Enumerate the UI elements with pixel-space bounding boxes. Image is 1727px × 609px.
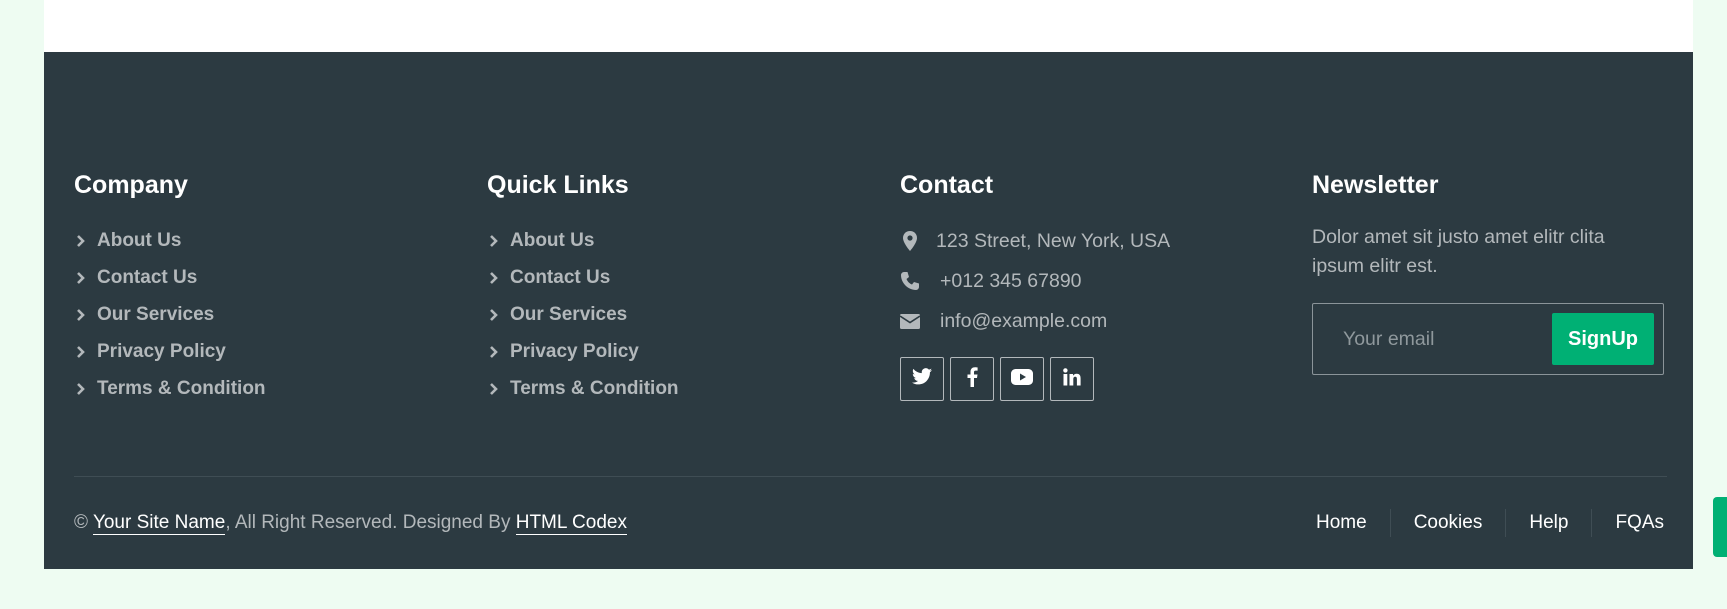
- link-label: Contact Us: [97, 266, 198, 288]
- footer-divider: [74, 476, 1667, 477]
- footer-menu: Home Cookies Help FQAs: [1293, 509, 1664, 537]
- company-link-about-us[interactable]: About Us: [74, 222, 454, 259]
- chevron-right-icon: [74, 308, 88, 322]
- company-link-privacy-policy[interactable]: Privacy Policy: [74, 333, 454, 370]
- address-text: 123 Street, New York, USA: [936, 229, 1171, 252]
- company-link-contact-us[interactable]: Contact Us: [74, 259, 454, 296]
- contact-column: Contact 123 Street, New York, USA +012 3…: [900, 170, 1280, 401]
- link-label: Privacy Policy: [97, 340, 226, 362]
- phone-icon: [900, 271, 920, 291]
- link-label: Privacy Policy: [510, 340, 639, 362]
- twitter-icon: [912, 368, 932, 390]
- quick-link-our-services[interactable]: Our Services: [487, 296, 867, 333]
- youtube-icon: [1011, 368, 1033, 390]
- link-label: Terms & Condition: [510, 377, 679, 399]
- phone-text: +012 345 67890: [940, 269, 1082, 292]
- company-heading: Company: [74, 171, 188, 199]
- chevron-right-icon: [74, 345, 88, 359]
- contact-list: 123 Street, New York, USA +012 345 67890…: [900, 221, 1280, 341]
- chevron-right-icon: [74, 271, 88, 285]
- newsletter-column: Newsletter Dolor amet sit justo amet eli…: [1312, 170, 1667, 375]
- designer-link[interactable]: HTML Codex: [515, 512, 627, 535]
- copyright-text: © Your Site Name, All Right Reserved. De…: [74, 509, 627, 537]
- linkedin-icon: [1063, 367, 1081, 391]
- link-label: Our Services: [510, 303, 628, 325]
- twitter-button[interactable]: [900, 357, 944, 401]
- chevron-right-icon: [487, 271, 501, 285]
- facebook-icon: [967, 366, 978, 392]
- quick-link-privacy-policy[interactable]: Privacy Policy: [487, 333, 867, 370]
- quick-link-about-us[interactable]: About Us: [487, 222, 867, 259]
- link-label: Contact Us: [510, 266, 611, 288]
- linkedin-button[interactable]: [1050, 357, 1094, 401]
- map-marker-icon: [900, 231, 920, 251]
- envelope-icon: [900, 311, 920, 331]
- copyright-symbol: ©: [74, 512, 88, 533]
- newsletter-description: Dolor amet sit justo amet elitr clita ip…: [1312, 226, 1605, 277]
- chevron-right-icon: [487, 345, 501, 359]
- footer-menu-help[interactable]: Help: [1506, 509, 1593, 537]
- quick-links-list: About Us Contact Us Our Services Privacy…: [487, 222, 867, 407]
- chevron-right-icon: [487, 234, 501, 248]
- link-label: Terms & Condition: [97, 377, 266, 399]
- quick-link-contact-us[interactable]: Contact Us: [487, 259, 867, 296]
- contact-email: info@example.com: [900, 301, 1280, 341]
- chevron-right-icon: [487, 382, 501, 396]
- newsletter-heading: Newsletter: [1312, 171, 1439, 199]
- page-content-area: [44, 0, 1693, 52]
- chevron-right-icon: [487, 308, 501, 322]
- link-label: Our Services: [97, 303, 215, 325]
- contact-heading: Contact: [900, 171, 994, 199]
- company-link-our-services[interactable]: Our Services: [74, 296, 454, 333]
- reserved-text: , All Right Reserved. Designed By: [225, 512, 511, 533]
- newsletter-form: SignUp: [1312, 303, 1664, 375]
- footer-menu-home[interactable]: Home: [1293, 509, 1391, 537]
- footer-menu-fqas[interactable]: FQAs: [1592, 509, 1664, 537]
- youtube-button[interactable]: [1000, 357, 1044, 401]
- email-text: info@example.com: [940, 309, 1108, 332]
- link-label: About Us: [510, 229, 595, 251]
- social-links: [900, 357, 1280, 401]
- company-link-terms[interactable]: Terms & Condition: [74, 370, 454, 407]
- chevron-right-icon: [74, 382, 88, 396]
- quick-link-terms[interactable]: Terms & Condition: [487, 370, 867, 407]
- company-links: About Us Contact Us Our Services Privacy…: [74, 222, 454, 407]
- quick-links-column: Quick Links About Us Contact Us Our Serv…: [487, 170, 867, 407]
- back-to-top-tab[interactable]: [1713, 497, 1727, 557]
- company-column: Company About Us Contact Us Our Services…: [74, 170, 454, 407]
- facebook-button[interactable]: [950, 357, 994, 401]
- footer-menu-cookies[interactable]: Cookies: [1391, 509, 1507, 537]
- site-name-link[interactable]: Your Site Name: [92, 512, 226, 535]
- contact-phone: +012 345 67890: [900, 261, 1280, 301]
- signup-button[interactable]: SignUp: [1552, 313, 1654, 365]
- email-input[interactable]: [1314, 305, 1554, 373]
- chevron-right-icon: [74, 234, 88, 248]
- quick-links-heading: Quick Links: [487, 171, 629, 199]
- link-label: About Us: [97, 229, 182, 251]
- contact-address: 123 Street, New York, USA: [900, 221, 1280, 261]
- footer: Company About Us Contact Us Our Services…: [44, 52, 1693, 569]
